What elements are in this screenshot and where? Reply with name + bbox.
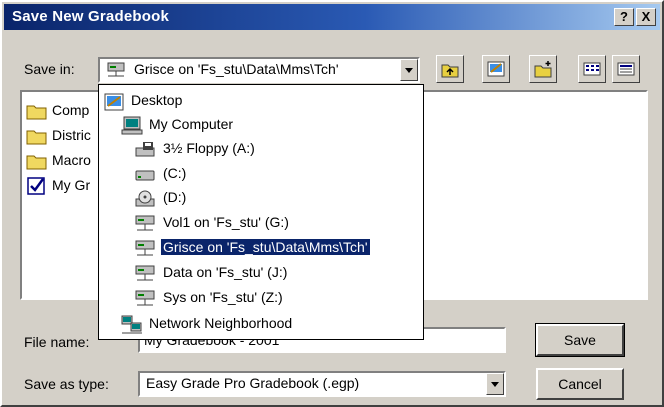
network-drive-icon (107, 62, 125, 77)
dropdown-item-label: (C:) (163, 165, 187, 181)
help-button[interactable]: ? (614, 8, 634, 26)
hard-drive-icon (135, 170, 155, 181)
desktop-icon (487, 61, 505, 77)
desktop-icon (104, 93, 124, 111)
up-one-level-button[interactable] (436, 55, 464, 83)
title-bar[interactable]: Save New Gradebook ? X (4, 4, 660, 30)
save-as-type-value: Easy Grade Pro Gradebook (.egp) (146, 375, 360, 391)
list-view-icon (583, 62, 601, 76)
network-neighborhood-icon (121, 315, 142, 334)
file-item-label: Macro (52, 152, 91, 168)
up-folder-icon (441, 64, 459, 78)
save-as-type-combo[interactable]: Easy Grade Pro Gradebook (.egp) (138, 371, 506, 397)
dropdown-item-label: My Computer (149, 116, 234, 132)
new-folder-button[interactable] (529, 55, 557, 83)
dropdown-item-label: Grisce on 'Fs_stu\Data\Mms\Tch' (161, 239, 370, 255)
cancel-button[interactable]: Cancel (536, 368, 624, 400)
file-item-label: Distric (52, 127, 91, 143)
list-view-button[interactable] (578, 55, 606, 83)
network-drive-icon (135, 265, 155, 281)
save-in-value: Grisce on 'Fs_stu\Data\Mms\Tch' (134, 61, 339, 77)
gradebook-icon (27, 177, 45, 195)
desktop-button[interactable] (482, 55, 510, 83)
dialog-title: Save New Gradebook (12, 8, 169, 25)
dropdown-item-label: Data on 'Fs_stu' (J:) (163, 264, 288, 280)
file-item-label: Comp (52, 102, 90, 118)
location-dropdown-list[interactable]: Desktop My Computer 3½ Floppy (A:) (C:) … (98, 84, 424, 340)
folder-icon (26, 105, 47, 120)
details-view-button[interactable] (612, 55, 640, 83)
save-in-combo[interactable]: Grisce on 'Fs_stu\Data\Mms\Tch' (98, 57, 420, 83)
file-name-label: File name: (24, 334, 90, 350)
close-button[interactable]: X (636, 8, 656, 26)
folder-icon (26, 155, 47, 170)
dropdown-item-label: Desktop (131, 92, 183, 108)
floppy-drive-icon (135, 142, 155, 157)
computer-icon (121, 116, 143, 135)
save-in-label: Save in: (24, 61, 75, 77)
save-button[interactable]: Save (535, 323, 625, 357)
details-view-icon (617, 62, 635, 76)
dropdown-item-label: Network Neighborhood (149, 315, 293, 331)
dropdown-item-label: Sys on 'Fs_stu' (Z:) (163, 289, 283, 305)
network-drive-icon (135, 290, 155, 306)
cd-drive-icon (135, 190, 155, 207)
folder-icon (26, 130, 47, 145)
dropdown-item-label: 3½ Floppy (A:) (163, 140, 255, 156)
save-as-type-dropdown-button[interactable] (486, 373, 504, 395)
dropdown-item-label: Vol1 on 'Fs_stu' (G:) (163, 214, 289, 230)
network-drive-icon (135, 240, 155, 256)
save-in-dropdown-button[interactable] (400, 59, 418, 81)
network-drive-icon (135, 215, 155, 231)
file-item-label: My Gr (52, 177, 91, 193)
new-folder-icon (534, 61, 552, 78)
save-as-type-label: Save as type: (24, 376, 109, 392)
save-dialog: Save New Gradebook ? X Save in: Grisce o… (0, 0, 664, 407)
dropdown-item-label: (D:) (163, 189, 187, 205)
